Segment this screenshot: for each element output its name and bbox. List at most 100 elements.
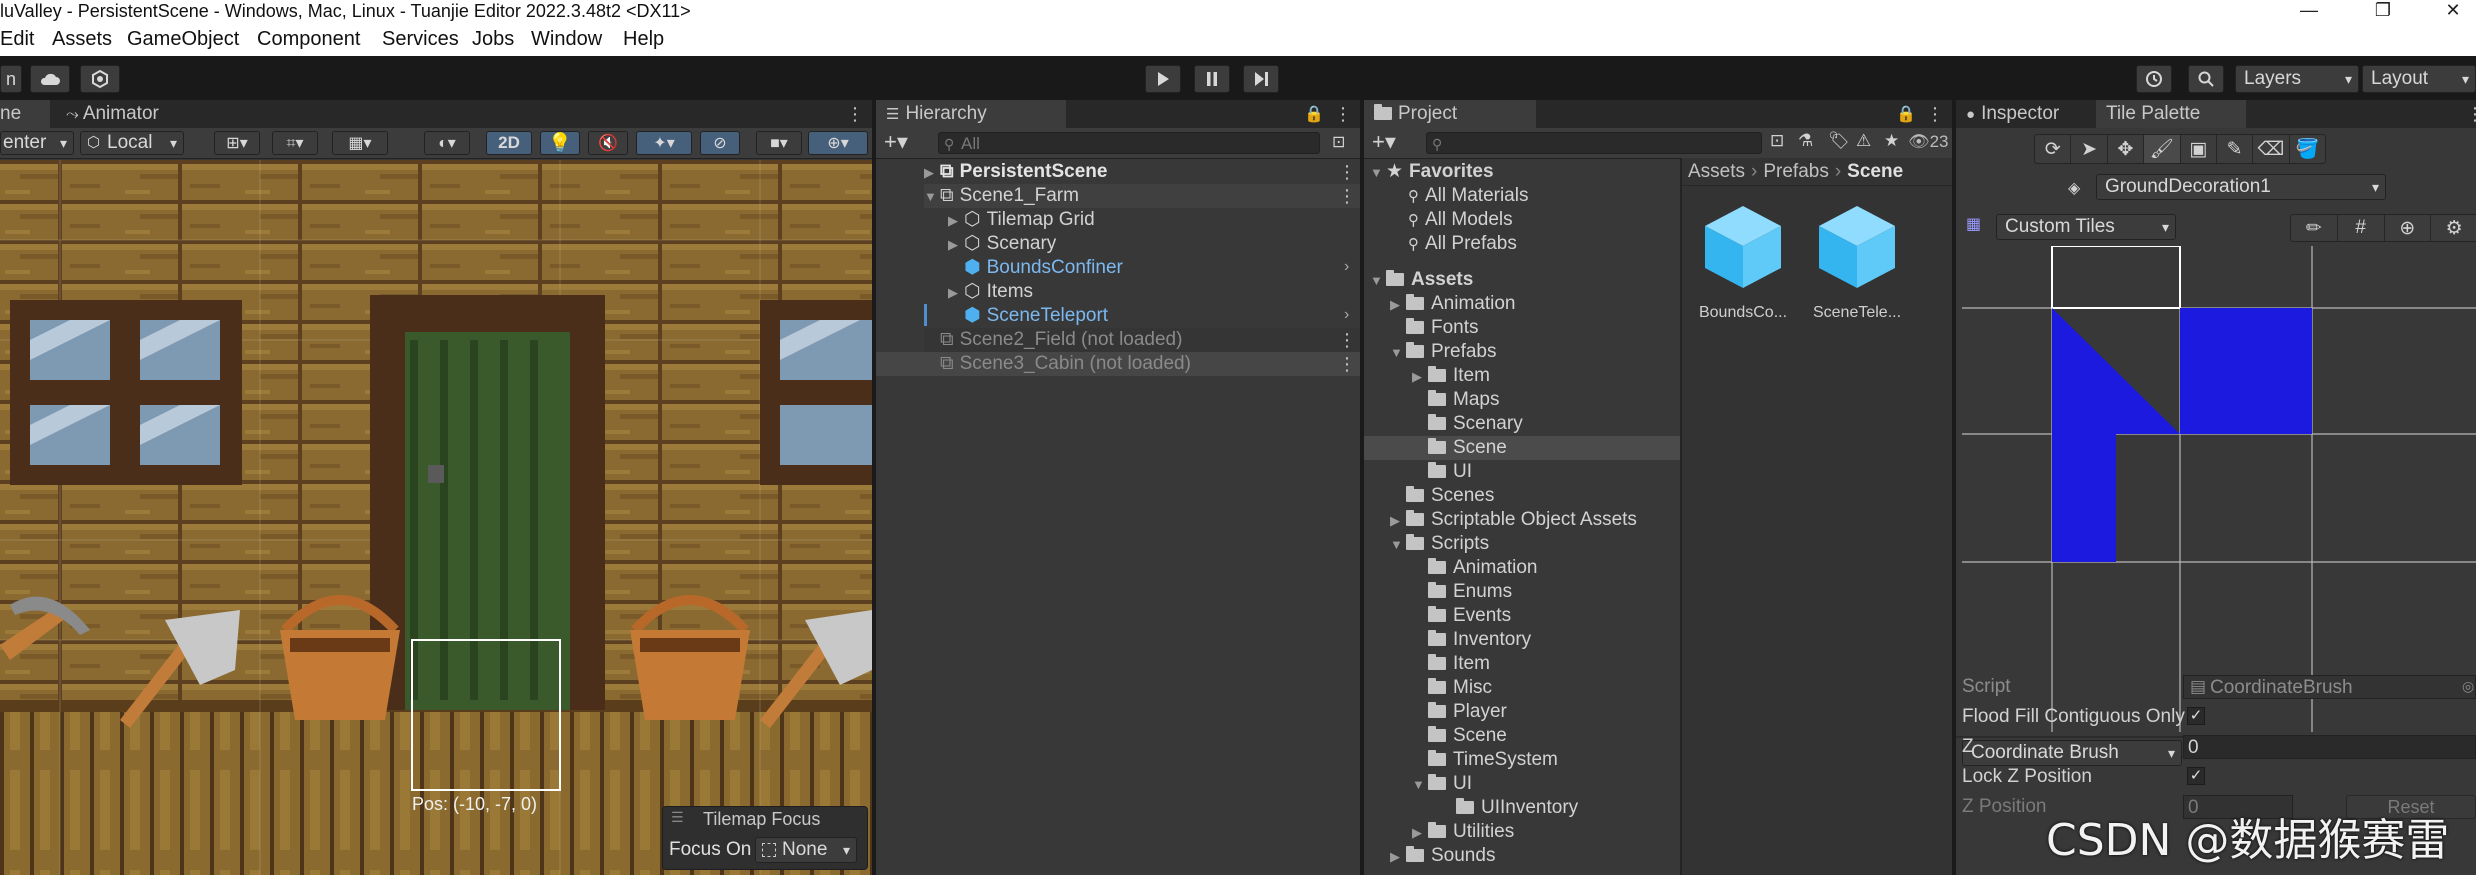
hierarchy-item-scene2-field[interactable]: ⧉ Scene2_Field (not loaded) xyxy=(924,328,1360,352)
folder-scripts[interactable]: ▼ Scripts xyxy=(1390,532,1489,556)
hidden-objects-button[interactable]: ⊘ xyxy=(700,131,740,155)
folder-utilities[interactable]: ▶ Utilities xyxy=(1412,820,1514,844)
pick-tool-button[interactable]: ➤ xyxy=(2071,135,2108,163)
folder-inventory[interactable]: Inventory xyxy=(1412,628,1531,652)
breadcrumb-scene[interactable]: Scene xyxy=(1847,161,1903,183)
hierarchy-item-scene3-cabin[interactable]: ⧉ Scene3_Cabin (not loaded) xyxy=(876,352,1360,376)
tab-inspector[interactable]: ● Inspector xyxy=(1956,100,2096,128)
chevron-right-icon[interactable]: › xyxy=(1344,258,1349,276)
folder-sounds[interactable]: ▶ Sounds xyxy=(1390,844,1495,868)
hierarchy-menu-icon[interactable]: ⋮ xyxy=(1334,104,1352,125)
target-icon[interactable]: ◎ xyxy=(2462,678,2474,695)
folder-prefabs-item[interactable]: ▶ Item xyxy=(1412,364,1490,388)
tab-hierarchy[interactable]: ☰ Hierarchy xyxy=(876,100,1066,128)
menu-jobs[interactable]: Jobs xyxy=(472,22,514,56)
project-menu-icon[interactable]: ⋮ xyxy=(1926,104,1944,125)
scene-options-icon[interactable]: ⋮ xyxy=(1338,330,1356,351)
breadcrumb-assets[interactable]: Assets xyxy=(1688,161,1745,183)
scene-options-icon[interactable]: ⋮ xyxy=(1338,162,1356,183)
tile-square[interactable] xyxy=(2180,308,2312,434)
menu-component[interactable]: Component xyxy=(257,22,360,56)
lock-icon[interactable]: 🔒 xyxy=(1896,104,1916,124)
paint-tool-button[interactable]: 🖌 xyxy=(2144,135,2181,163)
menu-gameobject[interactable]: GameObject xyxy=(127,22,239,56)
close-button[interactable]: ✕ xyxy=(2430,0,2476,22)
hierarchy-item-items[interactable]: ▶ ⬡ Items xyxy=(948,280,1033,304)
folder-scripts-item[interactable]: Item xyxy=(1412,652,1490,676)
folder-scenes[interactable]: Scenes xyxy=(1390,484,1494,508)
palette-dropdown[interactable]: Custom Tiles xyxy=(1996,214,2176,240)
scene-options-icon[interactable]: ⋮ xyxy=(1338,186,1356,207)
hierarchy-item-scenary[interactable]: ▶ ⬡ Scenary xyxy=(948,232,1056,256)
project-search-input[interactable]: ⚲ xyxy=(1426,132,1762,154)
folder-scriptable-object-assets[interactable]: ▶ Scriptable Object Assets xyxy=(1390,508,1637,532)
gizmos-button[interactable]: ⊕▾ xyxy=(808,131,868,155)
search-filter-icon[interactable]: ⊡ xyxy=(1332,132,1345,152)
type-filter-icon[interactable]: ⚗ xyxy=(1798,131,1813,151)
folder-scripts-animation[interactable]: Animation xyxy=(1412,556,1538,580)
folder-scripts-scene[interactable]: Scene xyxy=(1412,724,1507,748)
search-button[interactable] xyxy=(2188,65,2224,93)
scene-options-icon[interactable]: ⋮ xyxy=(1338,354,1356,375)
hierarchy-item-boundsconfiner[interactable]: ⬢ BoundsConfiner xyxy=(948,256,1123,280)
cloud-button[interactable] xyxy=(30,65,70,93)
hierarchy-item-persistentscene[interactable]: ▶ ⧉ PersistentScene xyxy=(924,160,1107,184)
menu-window[interactable]: Window xyxy=(531,22,602,56)
lock-z-checkbox[interactable]: ✓ xyxy=(2187,767,2205,785)
inspector-menu-icon[interactable]: ⋮ xyxy=(2466,104,2476,125)
edit-palette-button[interactable]: ✏ xyxy=(2291,215,2338,241)
tab-tile-palette[interactable]: Tile Palette xyxy=(2096,100,2246,128)
hierarchy-search-input[interactable]: ⚲ All xyxy=(938,132,1320,154)
create-button[interactable]: +▾ xyxy=(1372,129,1396,155)
label-filter-icon[interactable]: 🏷 xyxy=(1828,131,1850,151)
grid-snap-button[interactable]: ⊞▾ xyxy=(214,131,260,155)
favorites-header[interactable]: ▼ ★ Favorites xyxy=(1370,160,1494,184)
draw-mode-button[interactable]: ◐▾ xyxy=(424,131,470,155)
grid-visibility-button[interactable]: ▦▾ xyxy=(332,131,388,155)
focus-on-dropdown[interactable]: None xyxy=(755,837,857,863)
effects-button[interactable]: ✦▾ xyxy=(636,131,692,155)
flood-fill-checkbox[interactable]: ✓ xyxy=(2187,707,2205,725)
add-button[interactable]: +▾ xyxy=(884,129,908,155)
palette-settings-button[interactable]: ⚙ xyxy=(2431,215,2476,241)
folder-events[interactable]: Events xyxy=(1412,604,1511,628)
fill-tool-button[interactable]: 🪣 xyxy=(2290,135,2325,163)
folder-timesystem[interactable]: TimeSystem xyxy=(1412,748,1558,772)
select-tool-button[interactable]: ⟳ xyxy=(2035,135,2072,163)
hierarchy-item-sceneteleport[interactable]: ⬢ SceneTeleport xyxy=(948,304,1108,328)
scene-viewport[interactable]: Pos: (-10, -7, 0) xyxy=(0,160,872,875)
menu-edit[interactable]: Edit xyxy=(0,22,34,56)
favorite-all-prefabs[interactable]: ⚲ All Prefabs xyxy=(1408,232,1517,256)
assets-header[interactable]: ▼ Assets xyxy=(1370,268,1473,292)
move-tool-button[interactable]: ✥ xyxy=(2108,135,2145,163)
minimize-button[interactable]: — xyxy=(2286,0,2332,22)
script-field[interactable]: ▤ CoordinateBrush ◎ xyxy=(2183,675,2476,699)
asset-boundsconfiner[interactable]: BoundsCo... xyxy=(1698,202,1788,322)
folder-misc[interactable]: Misc xyxy=(1412,676,1492,700)
palette-grid-button[interactable]: # xyxy=(2338,215,2385,241)
menu-assets[interactable]: Assets xyxy=(52,22,112,56)
folder-uiinventory[interactable]: UIInventory xyxy=(1456,796,1578,820)
menu-help[interactable]: Help xyxy=(623,22,664,56)
hidden-count[interactable]: 👁23 xyxy=(1908,132,1949,152)
layout-dropdown[interactable]: Layout xyxy=(2362,65,2476,93)
picker-tool-button[interactable]: ✎ xyxy=(2217,135,2254,163)
step-button[interactable] xyxy=(1243,65,1279,93)
folder-fonts[interactable]: Fonts xyxy=(1390,316,1479,340)
lighting-button[interactable]: 💡 xyxy=(540,131,580,155)
hierarchy-item-scene1-farm[interactable]: ▼ ⧉ Scene1_Farm xyxy=(924,184,1360,208)
play-button[interactable] xyxy=(1145,65,1181,93)
scene-menu-icon[interactable]: ⋮ xyxy=(846,104,864,125)
audio-button[interactable]: 🔇 xyxy=(588,131,628,155)
favorite-all-materials[interactable]: ⚲ All Materials xyxy=(1408,184,1528,208)
hierarchy-item-tilemap-grid[interactable]: ▶ ⬡ Tilemap Grid xyxy=(948,208,1095,232)
folder-prefabs-ui[interactable]: UI xyxy=(1412,460,1472,484)
maximize-button[interactable]: ❐ xyxy=(2360,0,2406,22)
brush-dropdown[interactable]: Coordinate Brush xyxy=(1962,740,2182,766)
undo-history-button[interactable] xyxy=(2136,65,2172,93)
z-field[interactable]: 0 xyxy=(2183,735,2476,759)
chevron-right-icon[interactable]: › xyxy=(1344,306,1349,324)
tab-project[interactable]: Project xyxy=(1364,100,1536,128)
favorite-icon[interactable]: ★ xyxy=(1884,131,1899,151)
breadcrumb-prefabs[interactable]: Prefabs xyxy=(1763,161,1828,183)
